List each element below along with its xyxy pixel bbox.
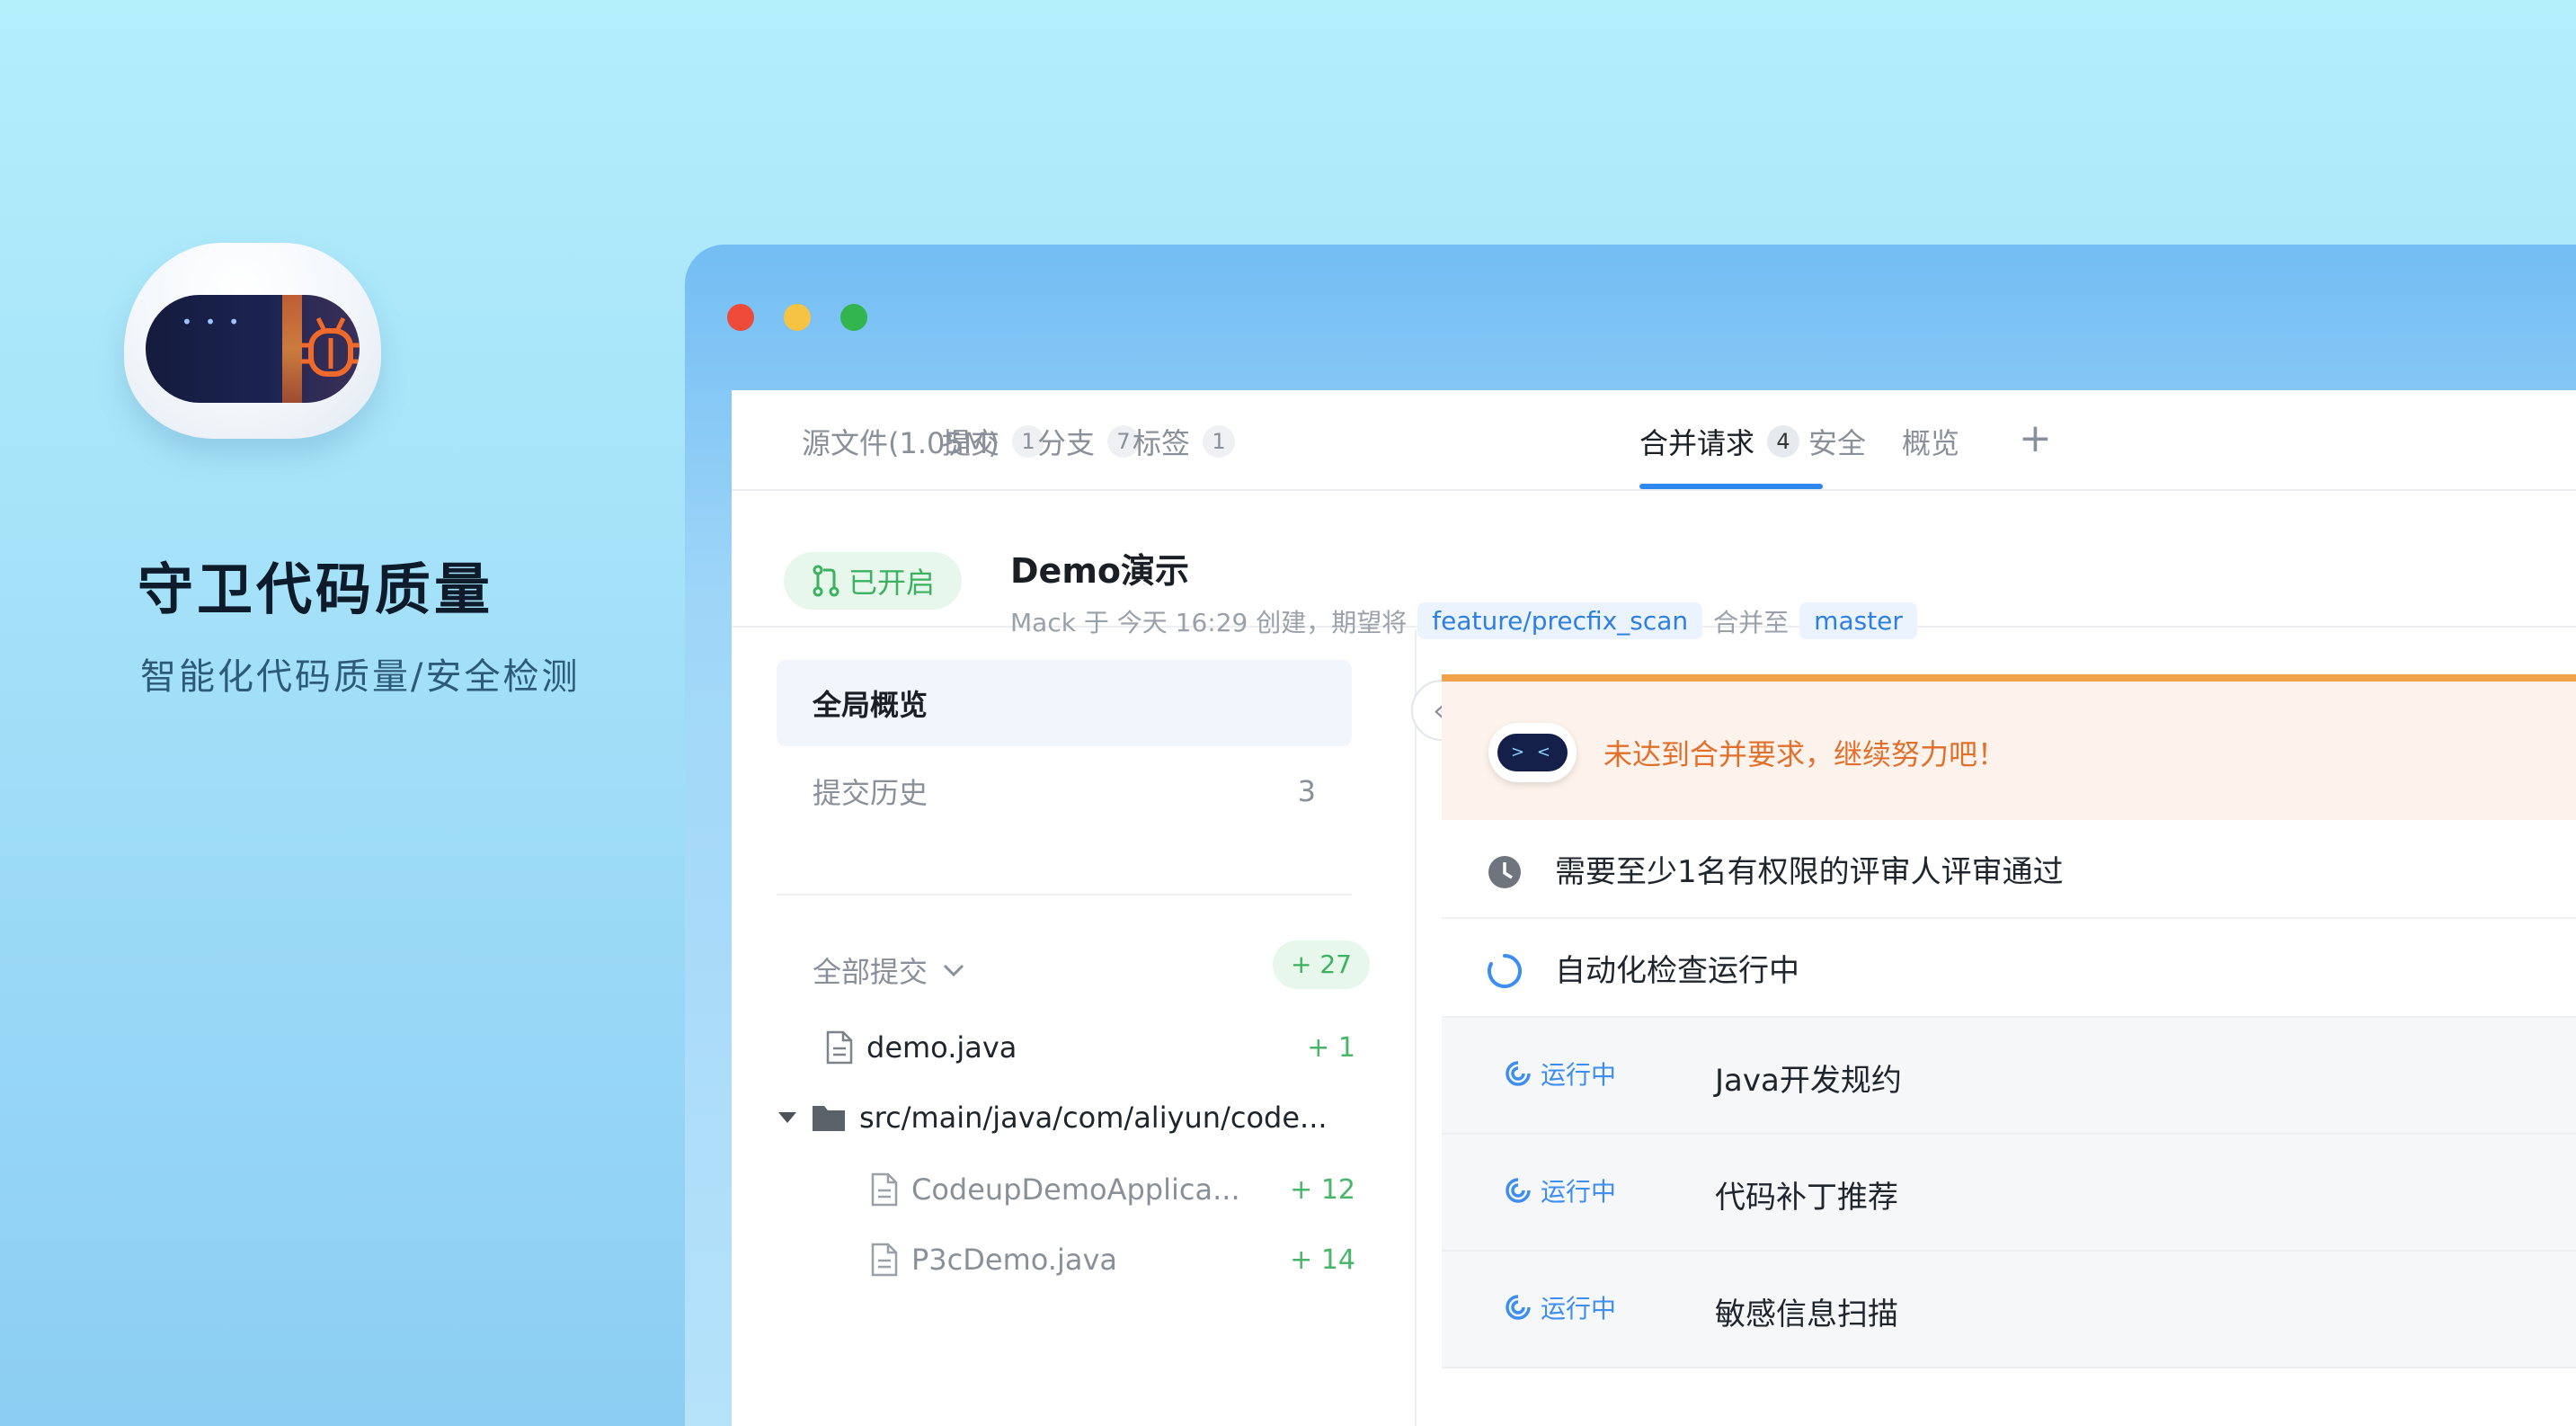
- tab-tags[interactable]: 标签 1: [1133, 421, 1236, 462]
- add-tab-button[interactable]: +: [2019, 415, 2052, 461]
- window-maximize-button[interactable]: [840, 304, 867, 331]
- window-minimize-button[interactable]: [784, 304, 811, 331]
- requirement-row: 自动化检查运行中: [1442, 919, 2576, 1018]
- additions-count: + 1: [1307, 1031, 1355, 1064]
- check-job-row[interactable]: 运行中 代码补丁推荐: [1442, 1135, 2576, 1252]
- merge-icon: [813, 565, 839, 597]
- status-running: 运行中: [1505, 1056, 1616, 1092]
- caret-down-icon: [778, 1112, 796, 1123]
- sidebar-item-overview[interactable]: 全局概览: [777, 660, 1352, 746]
- all-commits-dropdown[interactable]: 全部提交: [813, 949, 965, 991]
- file-item[interactable]: CodeupDemoApplica... + 12: [870, 1172, 1355, 1207]
- app-panel: 源文件(1.05M) 提交 1 分支 7 标签 1 合并请求 4 安全 概览 +…: [732, 390, 2576, 1426]
- status-running: 运行中: [1505, 1172, 1616, 1208]
- merge-checks-panel: > < 未达到合并要求，继续努力吧！ 需要至少1名有权限的评审人评审通过 自动化…: [1442, 629, 2576, 1426]
- status-running: 运行中: [1505, 1289, 1616, 1325]
- robot-avatar: > <: [1488, 723, 1577, 782]
- additions-count: + 12: [1290, 1173, 1355, 1206]
- count-badge: 4: [1767, 425, 1800, 458]
- history-count: 3: [1297, 774, 1316, 808]
- merge-request-header: 已开启 Demo演示 Mack 于 今天 16:29 创建，期望将 featur…: [732, 491, 2576, 639]
- divider: [777, 894, 1352, 896]
- count-badge: 1: [1203, 425, 1236, 458]
- clock-icon: [1488, 856, 1521, 888]
- promo-title: 守卫代码质量: [138, 557, 494, 622]
- additions-count: + 14: [1290, 1243, 1355, 1276]
- tab-merge-requests[interactable]: 合并请求 4: [1639, 421, 1800, 462]
- additions-badge: + 27: [1273, 940, 1370, 989]
- sidebar: 全局概览 提交历史 3 全部提交 + 27 demo.java + 1 src/…: [732, 629, 1417, 1426]
- folder-icon: [813, 1106, 845, 1131]
- file-item[interactable]: demo.java + 1: [825, 1030, 1355, 1065]
- folder-item[interactable]: src/main/java/com/aliyun/code...: [777, 1101, 1355, 1135]
- promo-subtitle: 智能化代码质量/安全检测: [140, 656, 581, 698]
- running-icon: [1506, 1061, 1531, 1086]
- tab-security[interactable]: 安全: [1808, 421, 1866, 462]
- file-icon: [871, 1243, 898, 1277]
- browser-window: 源文件(1.05M) 提交 1 分支 7 标签 1 合并请求 4 安全 概览 +…: [685, 245, 2576, 1426]
- requirement-row: 需要至少1名有权限的评审人评审通过: [1442, 820, 2576, 919]
- robot-visor: • • •: [146, 295, 360, 403]
- check-job-row[interactable]: 运行中 敏感信息扫描: [1442, 1252, 2576, 1368]
- file-item[interactable]: P3cDemo.java + 14: [870, 1243, 1355, 1277]
- status-badge: 已开启: [784, 552, 962, 610]
- bug-icon: [300, 316, 360, 377]
- chevron-down-icon: [943, 964, 964, 977]
- running-icon: [1506, 1295, 1531, 1320]
- check-job-row[interactable]: 运行中 Java开发规约: [1442, 1018, 2576, 1135]
- running-icon: [1506, 1178, 1531, 1203]
- warning-message: 未达到合并要求，继续努力吧！: [1603, 737, 2007, 771]
- tab-branches[interactable]: 分支 7: [1037, 421, 1141, 462]
- tab-commits[interactable]: 提交 1: [942, 421, 1045, 462]
- tab-overview[interactable]: 概览: [1902, 421, 1959, 462]
- active-tab-indicator: [1639, 484, 1823, 489]
- window-close-button[interactable]: [727, 304, 754, 331]
- loading-spinner-icon: [1488, 954, 1522, 988]
- repo-tabs: 源文件(1.05M) 提交 1 分支 7 标签 1 合并请求 4 安全 概览 +: [732, 390, 2576, 491]
- robot-mascot: • • •: [124, 243, 381, 439]
- file-icon: [871, 1172, 898, 1207]
- file-icon: [826, 1030, 853, 1065]
- merge-warning-banner: > < 未达到合并要求，继续努力吧！: [1442, 674, 2576, 820]
- sidebar-item-history[interactable]: 提交历史 3: [777, 748, 1352, 834]
- merge-request-title: Demo演示: [1010, 551, 1190, 591]
